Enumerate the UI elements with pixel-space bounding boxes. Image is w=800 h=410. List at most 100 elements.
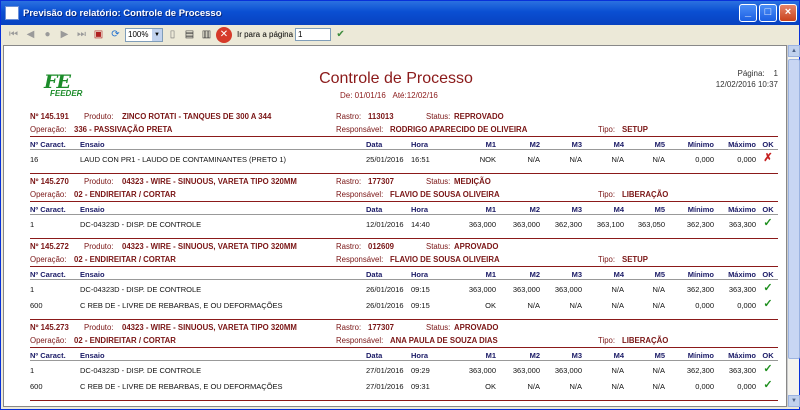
vertical-scrollbar[interactable]: ▲ ▼ — [787, 45, 800, 407]
stop-icon[interactable]: ● — [40, 27, 55, 42]
check-icon: ✓ — [763, 363, 773, 375]
header-underline — [30, 360, 778, 361]
column-header: M3 — [571, 270, 582, 279]
cell-hora: 09:31 — [411, 382, 430, 391]
column-header: M3 — [571, 140, 582, 149]
report-preview-window: Previsão do relatório: Controle de Proce… — [0, 0, 800, 410]
multi-page-icon[interactable]: ▥ — [199, 27, 214, 42]
close-preview-icon[interactable]: ✕ — [216, 26, 232, 43]
operation-label: Operação: — [30, 125, 67, 134]
next-page-icon[interactable]: ▶ — [57, 27, 72, 42]
responsavel-label: Responsável: — [336, 125, 384, 134]
page-number: 1 — [773, 69, 778, 78]
cell-hora: 14:40 — [411, 220, 430, 229]
group-end-line — [30, 173, 778, 174]
tipo-label: Tipo: — [598, 190, 616, 199]
app-icon — [5, 6, 19, 20]
column-header: M5 — [654, 140, 665, 149]
rastro-label: Rastro: — [336, 242, 362, 251]
column-header: Mínimo — [687, 140, 714, 149]
group-separator — [30, 136, 778, 137]
cell-max: 0,000 — [737, 155, 756, 164]
column-header: Ensaio — [80, 351, 105, 360]
goto-page-input[interactable]: 1 — [295, 28, 332, 41]
cell-ensaio: DC-04323D - DISP. DE CONTROLE — [80, 285, 202, 294]
column-header: Data — [366, 270, 383, 279]
cell-m1: NOK — [479, 155, 496, 164]
column-header: M2 — [529, 351, 540, 360]
cell-m2: N/A — [527, 382, 540, 391]
operation-value: 02 - ENDIREITAR / CORTAR — [74, 255, 176, 264]
tipo-label: Tipo: — [598, 336, 616, 345]
group-number: Nº 145.270 — [30, 177, 69, 186]
group-separator — [30, 347, 778, 348]
header-underline — [30, 149, 778, 150]
column-header: OK — [762, 205, 774, 214]
column-header: Hora — [411, 205, 429, 214]
cell-m2: 363,000 — [512, 220, 540, 229]
close-button[interactable]: × — [779, 4, 797, 22]
title-bar[interactable]: Previsão do relatório: Controle de Proce… — [1, 1, 799, 25]
cell-data: 27/01/2016 — [366, 382, 404, 391]
cell-data: 25/01/2016 — [366, 155, 404, 164]
column-header: OK — [762, 351, 774, 360]
cell-m3: 363,000 — [554, 366, 582, 375]
last-page-icon[interactable]: ⏭ — [74, 27, 89, 42]
column-header: M4 — [613, 351, 624, 360]
cell-m3: N/A — [569, 301, 582, 310]
product-value: ZINCO ROTATI - TANQUES DE 300 A 344 — [122, 112, 272, 121]
column-header: Data — [366, 351, 383, 360]
column-header: Nº Caract. — [30, 270, 66, 279]
cell-m2: N/A — [527, 155, 540, 164]
status-label: Status: — [426, 177, 451, 186]
prev-page-icon[interactable]: ◀ — [23, 27, 38, 42]
responsavel-label: Responsável: — [336, 336, 384, 345]
zoom-select[interactable]: 100% ▼ — [125, 27, 163, 42]
rastro-label: Rastro: — [336, 177, 362, 186]
product-value: 04323 - WIRE - SINUOUS, VARETA TIPO 320M… — [122, 323, 297, 332]
scroll-up-icon[interactable]: ▲ — [788, 45, 800, 57]
column-header: Data — [366, 140, 383, 149]
rastro-value: 177307 — [368, 323, 395, 332]
scroll-thumb[interactable] — [788, 59, 800, 359]
column-header: Máximo — [728, 140, 756, 149]
check-icon: ✓ — [763, 379, 773, 391]
product-value: 04323 - WIRE - SINUOUS, VARETA TIPO 320M… — [122, 177, 297, 186]
refresh-icon[interactable]: ⟳ — [108, 27, 123, 42]
cell-m2: 363,000 — [512, 366, 540, 375]
column-header: M1 — [485, 351, 496, 360]
column-header: Ensaio — [80, 205, 105, 214]
cell-caract: 1 — [30, 366, 35, 375]
header-underline — [30, 214, 778, 215]
cell-ensaio: DC-04323D - DISP. DE CONTROLE — [80, 366, 202, 375]
operation-label: Operação: — [30, 255, 67, 264]
cell-ensaio: C REB DE - LIVRE DE REBARBAS, E OU DEFOR… — [80, 301, 283, 310]
cell-min: 362,300 — [686, 220, 714, 229]
cell-min: 362,300 — [686, 366, 714, 375]
responsavel-value: FLAVIO DE SOUSA OLIVEIRA — [390, 190, 500, 199]
print-icon[interactable]: ▣ — [91, 27, 106, 42]
scroll-down-icon[interactable]: ▼ — [788, 395, 800, 407]
cell-ensaio: C REB DE - LIVRE DE REBARBAS, E OU DEFOR… — [80, 382, 283, 391]
group-number: Nº 145.272 — [30, 242, 69, 251]
first-page-icon[interactable]: ⏮ — [6, 27, 21, 42]
single-page-icon[interactable]: ▤ — [182, 27, 197, 42]
group-number: Nº 145.191 — [30, 112, 69, 121]
group-end-line — [30, 238, 778, 239]
goto-check-icon[interactable]: ✔ — [333, 27, 348, 42]
page-setup-icon[interactable]: ▯ — [165, 27, 180, 42]
column-header: OK — [762, 140, 774, 149]
report-period: De: 01/01/16 Até:12/02/16 — [340, 91, 438, 100]
column-header: Mínimo — [687, 205, 714, 214]
cell-caract: 600 — [30, 301, 43, 310]
check-icon: ✓ — [763, 217, 773, 229]
minimize-button[interactable]: _ — [739, 4, 757, 22]
period-from: De: 01/01/16 — [340, 91, 386, 100]
cell-m4: 363,100 — [596, 220, 624, 229]
maximize-button[interactable]: □ — [759, 4, 777, 22]
column-header: Hora — [411, 270, 429, 279]
check-icon: ✓ — [763, 298, 773, 310]
column-header: Nº Caract. — [30, 140, 66, 149]
zoom-value: 100% — [128, 30, 149, 39]
cell-m2: 363,000 — [512, 285, 540, 294]
